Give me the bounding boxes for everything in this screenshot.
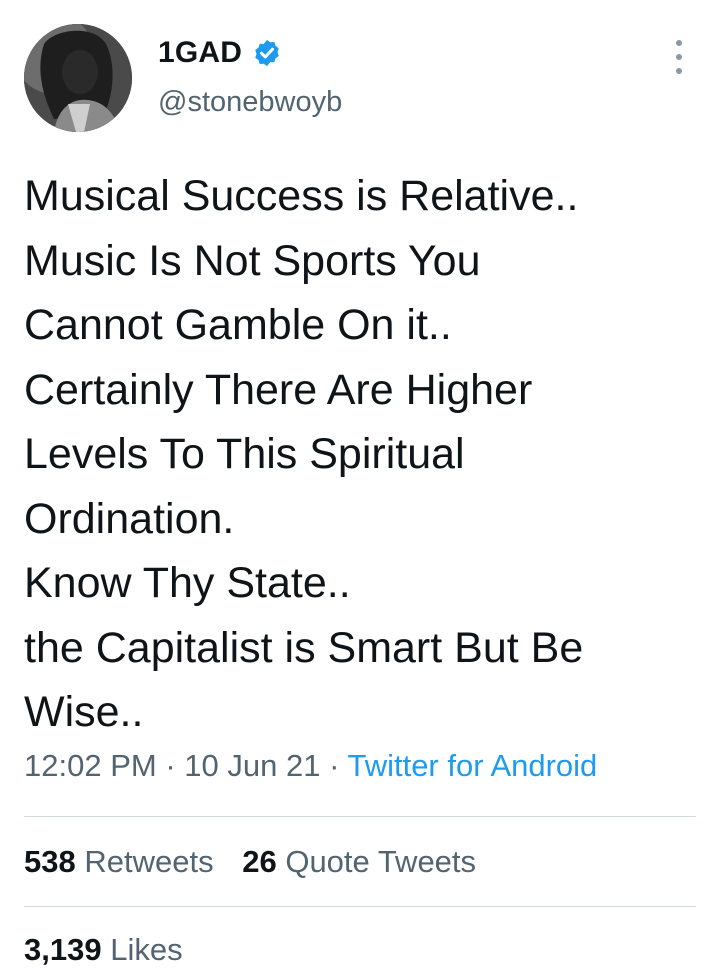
tweet-text-line: the Capitalist is Smart But Be bbox=[24, 623, 584, 672]
tweet-source-link[interactable]: Twitter for Android bbox=[347, 748, 597, 783]
engagement-stats: 538 Retweets 26 Quote Tweets bbox=[24, 844, 496, 880]
verified-badge-icon bbox=[255, 39, 279, 67]
tweet-text-line: Certainly There Are Higher bbox=[24, 365, 533, 414]
avatar[interactable] bbox=[24, 24, 132, 132]
likes-count: 3,139 bbox=[24, 932, 102, 967]
likes-label: Likes bbox=[110, 932, 183, 967]
likes-stat[interactable]: 3,139 Likes bbox=[24, 932, 183, 967]
divider bbox=[24, 816, 696, 817]
tweet-text: Musical Success is Relative.. Music Is N… bbox=[24, 164, 704, 745]
more-dot bbox=[676, 68, 682, 74]
retweets-stat[interactable]: 538 Retweets bbox=[24, 844, 214, 879]
author-handle[interactable]: @stonebwoyb bbox=[158, 86, 342, 119]
divider bbox=[24, 906, 696, 907]
author-display-name[interactable]: 1GAD bbox=[158, 36, 242, 70]
tweet-time[interactable]: 12:02 PM bbox=[24, 748, 157, 783]
tweet-text-line: Cannot Gamble On it.. bbox=[24, 301, 452, 349]
author-name-row[interactable]: 1GAD bbox=[158, 36, 282, 70]
more-vertical-icon[interactable] bbox=[664, 40, 694, 74]
tweet-text-line: Know Thy State.. bbox=[24, 559, 351, 607]
tweet-text-line: Levels To This Spiritual bbox=[24, 430, 465, 478]
tweet-text-line: Musical Success is Relative.. bbox=[24, 172, 579, 220]
likes-row: 3,139 Likes bbox=[24, 932, 203, 968]
meta-separator: · bbox=[165, 748, 176, 783]
tweet-meta: 12:02 PM · 10 Jun 21 · Twitter for Andro… bbox=[24, 748, 597, 784]
tweet-text-line: Wise.. bbox=[24, 688, 144, 736]
more-dot bbox=[676, 40, 682, 46]
retweets-count: 538 bbox=[24, 844, 76, 879]
retweets-label: Retweets bbox=[84, 844, 214, 879]
quote-tweets-label: Quote Tweets bbox=[285, 844, 477, 879]
tweet-text-line: Ordination. bbox=[24, 494, 235, 543]
tweet-date[interactable]: 10 Jun 21 bbox=[184, 748, 320, 783]
more-dot bbox=[676, 54, 682, 60]
quote-tweets-count: 26 bbox=[242, 844, 277, 879]
meta-separator: · bbox=[329, 748, 340, 783]
tweet-text-line: Music Is Not Sports You bbox=[24, 236, 481, 285]
quote-tweets-stat[interactable]: 26 Quote Tweets bbox=[242, 844, 476, 879]
